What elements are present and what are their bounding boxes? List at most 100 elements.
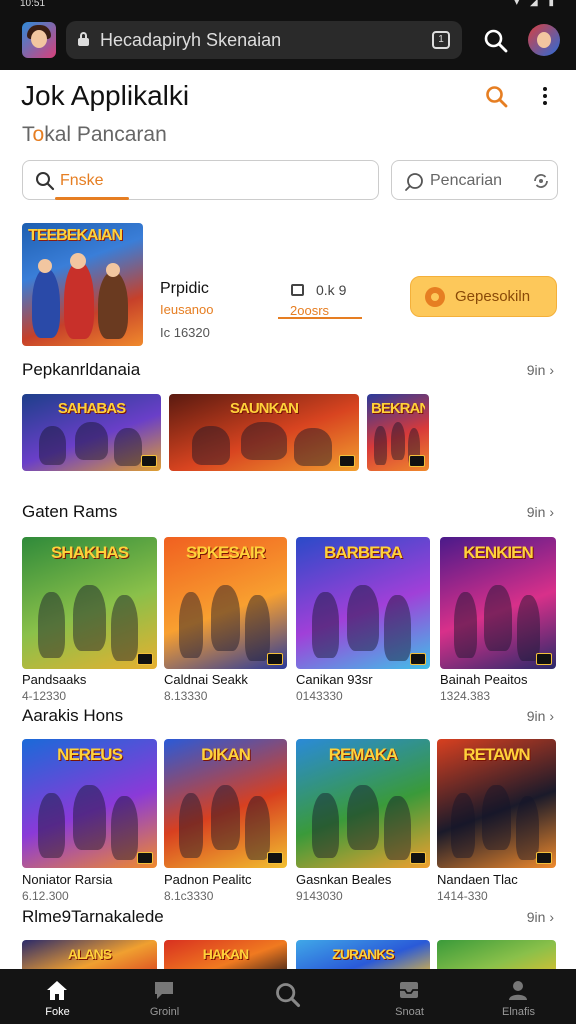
app-avatar[interactable]	[22, 22, 56, 58]
game-meta: 1324.383	[440, 689, 491, 703]
refresh-icon[interactable]	[532, 172, 550, 190]
character-figure	[294, 427, 333, 467]
install-button[interactable]: Gepesokiln	[410, 276, 557, 317]
nav-inbox[interactable]: Snoat	[352, 969, 467, 1024]
game-name[interactable]: Canikan 93sr	[296, 672, 373, 687]
game-meta: 6.12.300	[22, 889, 69, 903]
game-tile[interactable]: BARBERA	[296, 537, 430, 669]
game-banner: SPKESAIR	[186, 543, 266, 562]
game-banner: KENKIEN	[463, 543, 534, 562]
game-tile[interactable]: SHAKHAS	[22, 537, 157, 669]
rating-badge-icon	[137, 852, 153, 864]
more-options-icon[interactable]	[536, 84, 554, 110]
game-banner: NEREUS	[57, 745, 123, 764]
featured-developer[interactable]: Ieusanoo	[160, 302, 214, 317]
game-tile[interactable]: SAUNKAN	[169, 394, 359, 471]
nav-chat[interactable]: Groinl	[107, 969, 222, 1024]
character-figure	[312, 592, 339, 659]
game-meta: 1414-330	[437, 889, 488, 903]
game-banner: SAHABAS	[57, 400, 126, 417]
game-meta: 8.1c3330	[164, 889, 214, 903]
game-name[interactable]: Gasnkan Beales	[296, 872, 391, 887]
address-text: Hecadapiryh Skenaian	[100, 30, 282, 50]
inbox-icon	[400, 982, 418, 998]
search-input[interactable]: Fnske	[22, 160, 379, 200]
game-name[interactable]: Noniator Rarsia	[22, 872, 112, 887]
game-tile[interactable]: SAHABAS	[22, 394, 161, 471]
character-figure	[74, 421, 109, 461]
featured-game-image[interactable]: TEEBEKAIAN	[22, 223, 143, 346]
character-figure	[111, 795, 139, 861]
game-tile[interactable]: DIKAN	[164, 739, 287, 868]
alt-search-input[interactable]: Pencarian	[391, 160, 558, 200]
rating-badge-icon	[536, 653, 552, 665]
game-meta: 9143030	[296, 889, 343, 903]
character-figure	[178, 592, 204, 659]
page-subtitle: Tokal Pancaran	[22, 123, 167, 146]
character-figure	[245, 595, 270, 662]
character-figure	[38, 426, 67, 465]
game-name[interactable]: Pandsaaks	[22, 672, 86, 687]
character-figure	[111, 595, 139, 662]
character-figure	[210, 584, 241, 651]
character-figure	[178, 793, 204, 858]
game-name[interactable]: Padnon Pealitc	[164, 872, 251, 887]
section-title: Rlme9Tarnakalede	[22, 907, 164, 926]
game-banner: RETAWN	[463, 745, 530, 764]
character-figure	[384, 595, 412, 662]
see-more-link[interactable]: 9in ›	[527, 909, 554, 925]
rating-badge-icon	[410, 852, 426, 864]
character-figure	[73, 785, 106, 850]
game-name[interactable]: Bainah Peaitos	[440, 672, 527, 687]
search-underline	[55, 197, 129, 200]
character-figure	[191, 426, 230, 465]
nav-home[interactable]: Foke	[0, 969, 115, 1024]
game-banner: DIKAN	[201, 745, 251, 764]
character-figure	[73, 584, 106, 651]
game-tile[interactable]: SPKESAIR	[164, 537, 287, 669]
see-more-link[interactable]: 9in ›	[527, 708, 554, 724]
gear-icon	[425, 287, 445, 307]
calendar-icon	[291, 284, 304, 296]
game-tile[interactable]: KENKIEN	[440, 537, 556, 669]
section-title: Gaten Rams	[22, 502, 118, 521]
address-bar[interactable]: Hecadapiryh Skenaian 1	[66, 21, 462, 59]
search-icon[interactable]	[484, 84, 510, 110]
nav-profile[interactable]: Elnafis	[461, 969, 576, 1024]
nav-search[interactable]	[231, 969, 346, 1024]
section-title: Pepkanrldanaia	[22, 360, 141, 379]
featured-rating: 0.k 9	[291, 282, 346, 298]
lock-icon	[78, 32, 89, 46]
see-more-link[interactable]: 9in ›	[527, 504, 554, 520]
rating-badge-icon	[137, 653, 153, 665]
tabs-button[interactable]: 1	[432, 31, 450, 49]
profile-avatar[interactable]	[528, 24, 560, 56]
section-title: Aarakis Hons	[22, 706, 124, 725]
character-figure	[210, 785, 241, 850]
rating-badge-icon	[409, 455, 425, 467]
profile-icon	[509, 981, 527, 1000]
game-tile[interactable]: BEKRAN	[367, 394, 429, 471]
game-tile[interactable]: RETAWN	[437, 739, 556, 868]
see-more-link[interactable]: 9in ›	[527, 362, 554, 378]
home-icon	[47, 981, 67, 1000]
character-figure	[484, 584, 512, 651]
game-banner: REMAKA	[328, 745, 399, 764]
featured-downloads: 2oosrs	[290, 303, 330, 318]
game-name[interactable]: Nandaen Tlac	[437, 872, 518, 887]
game-tile[interactable]: REMAKA	[296, 739, 430, 868]
game-name[interactable]: Caldnai Seakk	[164, 672, 248, 687]
character-figure	[346, 785, 380, 850]
page-title: Jok Applikalki	[21, 80, 190, 111]
game-tile[interactable]: NEREUS	[22, 739, 157, 868]
search-icon[interactable]	[483, 28, 509, 54]
game-banner: SHAKHAS	[50, 543, 129, 562]
character-figure	[38, 793, 66, 858]
character-figure	[113, 427, 142, 467]
character-figure	[390, 421, 406, 461]
character-figure	[384, 795, 412, 861]
browser-top-bar: 10:51 ▾ ◢ ▮ Hecadapiryh Skenaian 1	[0, 0, 576, 70]
chat-search-icon	[405, 173, 423, 191]
featured-banner: TEEBEKAIAN	[28, 227, 123, 244]
character-figure	[38, 592, 66, 659]
